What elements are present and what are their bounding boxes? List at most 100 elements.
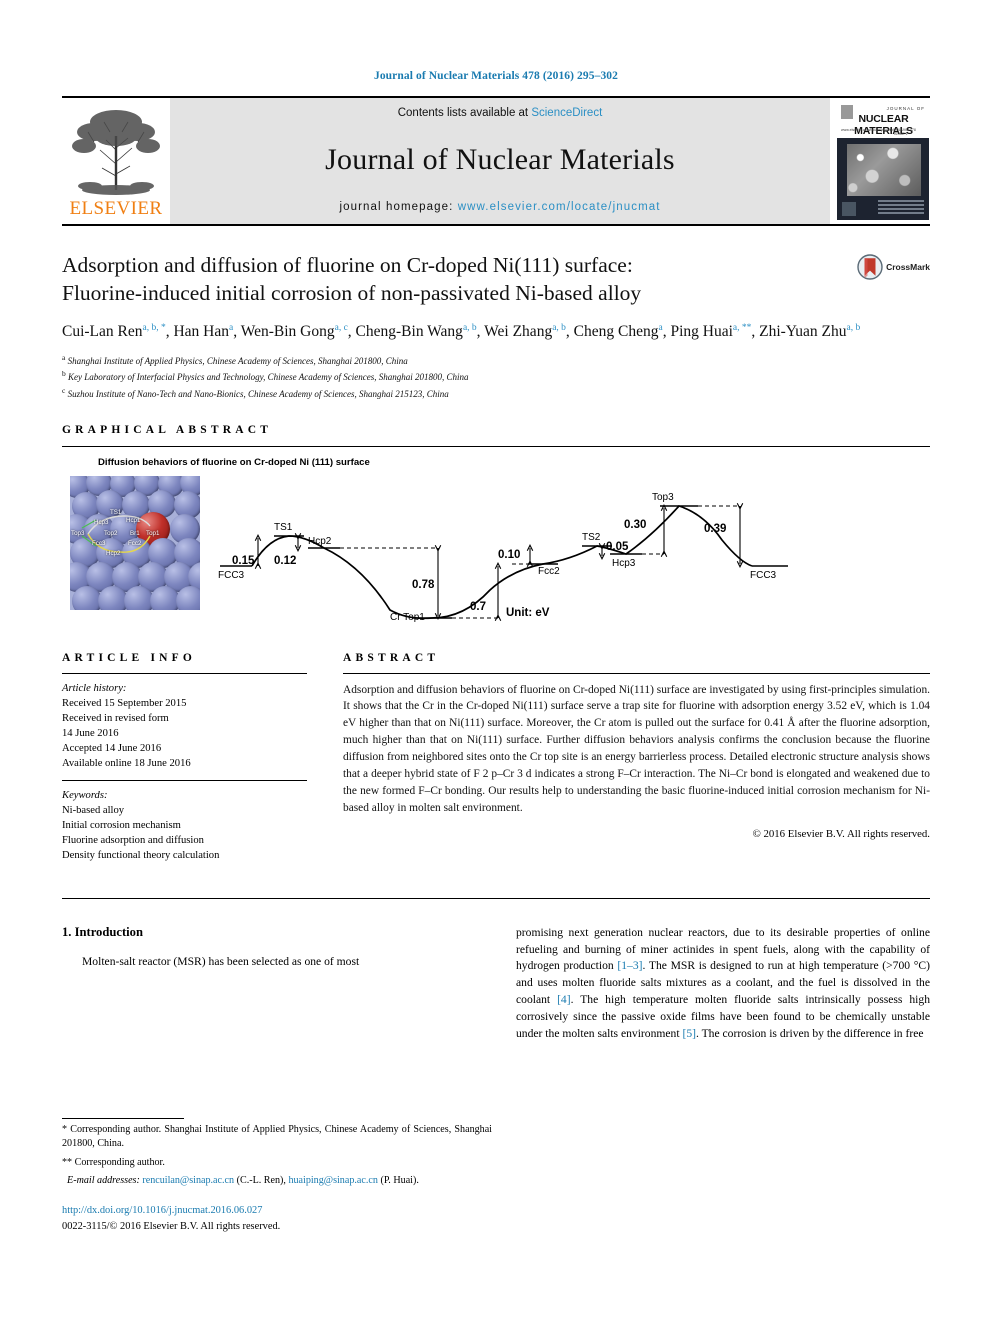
journal-title: Journal of Nuclear Materials <box>325 143 675 176</box>
email-owner-1: (C.-L. Ren) <box>236 1174 284 1186</box>
cover-badge-icon <box>842 202 856 216</box>
affiliation-item: c Suzhou Institute of Nano-Tech and Nano… <box>62 385 449 399</box>
state-label: TS1 <box>274 522 293 533</box>
author-affil-marker: a, c <box>334 322 348 333</box>
body-column-left: 1. Introduction Molten-salt reactor (MSR… <box>62 925 476 1043</box>
cover-left-sub: www.elsevier.com/locate/jnucmat <box>841 128 894 132</box>
author[interactable]: Han Hana <box>173 323 233 340</box>
state-label: Top3 <box>652 492 674 503</box>
elsevier-tree-icon <box>72 110 160 195</box>
state-label: FCC3 <box>750 570 777 581</box>
email-label: E-mail addresses: <box>67 1174 140 1186</box>
state-label: Hcp2 <box>308 536 332 547</box>
author-affil-marker: a, b <box>552 322 566 333</box>
abstract-column: ABSTRACT Adsorption and diffusion behavi… <box>343 652 930 872</box>
barrier-value: 0.10 <box>498 549 520 561</box>
slab-label-hcp2: Hcp2 <box>106 549 121 557</box>
running-head: Journal of Nuclear Materials 478 (2016) … <box>373 70 619 82</box>
journal-cover-thumbnail: JOURNAL OF NUCLEAR MATERIALS www.elsevie… <box>830 98 930 224</box>
slab-label-hcp1: Hcp1 <box>126 516 141 524</box>
author[interactable]: Cui-Lan Rena, b, * <box>62 323 166 340</box>
cover-footer <box>842 200 924 216</box>
doi-link[interactable]: http://dx.doi.org/10.1016/j.jnucmat.2016… <box>62 1203 280 1219</box>
footnote-divider <box>62 1118 184 1119</box>
title-line-2: Fluorine-induced initial corrosion of no… <box>62 280 642 305</box>
corresponding-author-note-1: * Corresponding author. Shanghai Institu… <box>62 1124 492 1150</box>
barrier-value: 0.05 <box>606 541 629 553</box>
state-label: Hcp3 <box>612 558 636 569</box>
barrier-value: 0.78 <box>412 579 435 591</box>
citation-ref[interactable]: [4] <box>557 993 571 1006</box>
citation-ref[interactable]: [5] <box>682 1027 696 1040</box>
crossmark-badge[interactable]: CrossMark <box>857 254 930 280</box>
graphical-abstract-heading: GRAPHICAL ABSTRACT <box>62 423 273 436</box>
affiliation-item: b Key Laboratory of Interfacial Physics … <box>62 369 469 383</box>
barrier-value: 0.12 <box>274 555 296 567</box>
citation-ref[interactable]: [1–3] <box>617 959 642 972</box>
cover-micrograph-image <box>847 144 921 196</box>
crossmark-icon <box>857 254 883 280</box>
author-affil-marker: a, b <box>462 322 477 333</box>
section-heading-introduction: 1. Introduction <box>62 924 143 939</box>
crystal-slab-image: TS1 Hcp3 Hcp1 Top3 Top2 Br1 Top1 Fcc3 Fc… <box>70 475 200 610</box>
email-owner-2: (P. Huai). <box>380 1174 419 1186</box>
graphical-abstract-section: GRAPHICAL ABSTRACT Diffusion behaviors o… <box>62 424 930 622</box>
page-title: Adsorption and diffusion of fluorine on … <box>62 252 930 307</box>
author[interactable]: Cheng Chenga <box>574 323 663 340</box>
intro-paragraph-left: Molten-salt reactor (MSR) has been selec… <box>82 954 360 968</box>
doi-block: http://dx.doi.org/10.1016/j.jnucmat.2016… <box>62 1203 280 1234</box>
article-info-column: ARTICLE INFO Article history: Received 1… <box>62 652 307 872</box>
barrier-value: 0.39 <box>704 523 726 535</box>
history-item: Received in revised form <box>62 712 169 724</box>
footnote-block: * Corresponding author. Shanghai Institu… <box>62 1118 492 1188</box>
state-label: FCC3 <box>218 570 245 581</box>
abstract-heading: ABSTRACT <box>343 651 440 664</box>
intro-paragraph-right: promising next generation nuclear reacto… <box>516 925 930 1040</box>
cover-text-lines <box>878 200 924 216</box>
author[interactable]: Wen-Bin Gonga, c <box>241 323 348 340</box>
info-abstract-row: ARTICLE INFO Article history: Received 1… <box>62 652 930 872</box>
title-block: CrossMark Adsorption and diffusion of fl… <box>62 252 930 402</box>
keyword-item: Ni-based alloy <box>62 804 125 816</box>
author[interactable]: Zhi-Yuan Zhua, b <box>759 323 860 340</box>
contents-line: Contents lists available at ScienceDirec… <box>398 107 603 119</box>
cover-subline: www.elsevier.com/locate/jnucmat VOLUME 4… <box>841 128 926 136</box>
slab-label-fcc2: Fcc2 <box>128 539 142 547</box>
author[interactable]: Wei Zhanga, b <box>484 323 566 340</box>
cover-right-sub: VOLUME 478 ISSUE 1 <box>893 128 916 136</box>
author[interactable]: Cheng-Bin Wanga, b <box>356 323 477 340</box>
article-history-group: Article history: Received 15 September 2… <box>62 674 307 780</box>
email-link-1[interactable]: rencuilan@sinap.ac.cn <box>142 1175 234 1186</box>
author-affil-marker: a, b, * <box>142 322 166 333</box>
sciencedirect-link[interactable]: ScienceDirect <box>531 107 602 119</box>
graphical-abstract-caption: Diffusion behaviors of fluorine on Cr-do… <box>98 456 370 468</box>
masthead-center: Contents lists available at ScienceDirec… <box>170 98 830 224</box>
state-label: Cr Top1 <box>390 612 425 622</box>
elsevier-logo: ELSEVIER <box>62 98 170 224</box>
body-divider <box>62 897 930 899</box>
slab-label-ts: TS1 <box>110 508 122 516</box>
homepage-prefix: journal homepage: <box>339 201 458 213</box>
email-addresses-note: E-mail addresses: rencuilan@sinap.ac.cn … <box>67 1174 419 1186</box>
email-link-2[interactable]: huaiping@sinap.ac.cn <box>288 1175 377 1186</box>
history-item: Available online 18 June 2016 <box>62 757 191 769</box>
keyword-item: Fluorine adsorption and diffusion <box>62 834 204 846</box>
keywords-group: Keywords: Ni-based alloy Initial corrosi… <box>62 779 307 872</box>
elsevier-wordmark: ELSEVIER <box>69 198 163 219</box>
author[interactable]: Ping Huaia, ** <box>670 323 751 340</box>
history-label: Article history: <box>62 682 127 694</box>
cover-journal-word: JOURNAL OF <box>886 106 925 111</box>
barrier-value: 0.15 <box>232 555 255 567</box>
history-item: 14 June 2016 <box>62 727 119 739</box>
slab-label-fcc3: Fcc3 <box>92 539 106 547</box>
homepage-url-link[interactable]: www.elsevier.com/locate/jnucmat <box>458 201 661 213</box>
contents-prefix: Contents lists available at <box>397 107 532 119</box>
article-page: Journal of Nuclear Materials 478 (2016) … <box>0 0 992 1323</box>
affiliation-item: a Shanghai Institute of Applied Physics,… <box>62 352 408 366</box>
author-affil-marker: a, b <box>846 322 861 333</box>
corresponding-author-note-2: ** Corresponding author. <box>62 1156 165 1168</box>
unit-label: Unit: eV <box>506 607 550 619</box>
keywords-label: Keywords: <box>62 789 108 801</box>
issn-copyright-line: 0022-3115/© 2016 Elsevier B.V. All right… <box>62 1220 281 1232</box>
journal-masthead: ELSEVIER Contents lists available at Sci… <box>62 96 930 226</box>
